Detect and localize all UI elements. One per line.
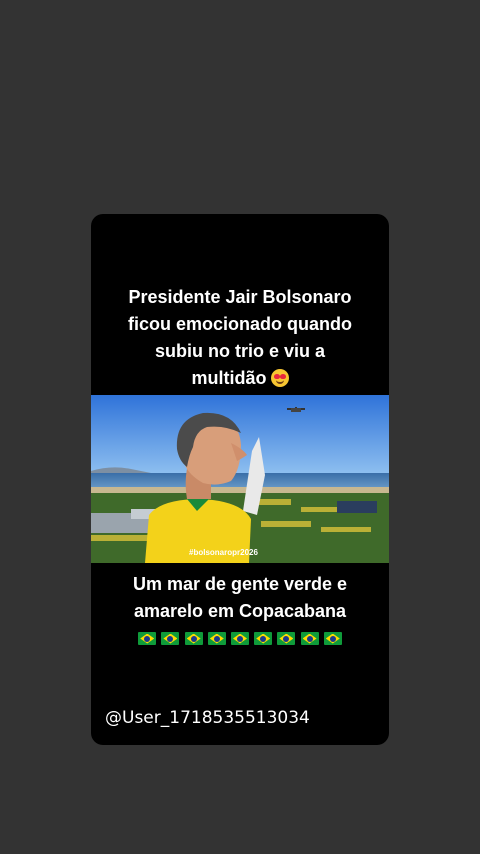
heart-eyes-emoji-icon xyxy=(270,369,289,387)
subline-line-2: amarelo em Copacabana xyxy=(133,601,347,621)
brazil-flag-icon xyxy=(138,632,157,645)
brazil-flag-icon xyxy=(300,632,319,645)
brazil-flag-icon xyxy=(254,632,273,645)
flags-row xyxy=(91,632,389,645)
brazil-flag-icon xyxy=(161,632,180,645)
username-link[interactable]: @User_1718535513034 xyxy=(105,708,310,728)
story-screen: Presidente Jair Bolsonaro ficou emociona… xyxy=(0,0,480,854)
watermark-text: #bolsonaropr2026 xyxy=(189,548,258,557)
subline-text: Um mar de gente verde e amarelo em Copac… xyxy=(91,571,389,625)
subline-line-1: Um mar de gente verde e xyxy=(132,574,348,594)
headline-text: Presidente Jair Bolsonaro ficou emociona… xyxy=(91,284,389,392)
brazil-flag-icon xyxy=(184,632,203,645)
headline-label: Presidente Jair Bolsonaro ficou emociona… xyxy=(128,287,352,388)
brazil-flag-icon xyxy=(277,632,296,645)
story-card[interactable]: Presidente Jair Bolsonaro ficou emociona… xyxy=(91,214,389,745)
brazil-flag-icon xyxy=(207,632,226,645)
rally-photo-illustration: #bolsonaropr2026 xyxy=(91,395,389,563)
brazil-flag-icon xyxy=(231,632,249,645)
rally-photo: #bolsonaropr2026 xyxy=(91,395,389,563)
brazil-flag-icon xyxy=(323,632,342,645)
